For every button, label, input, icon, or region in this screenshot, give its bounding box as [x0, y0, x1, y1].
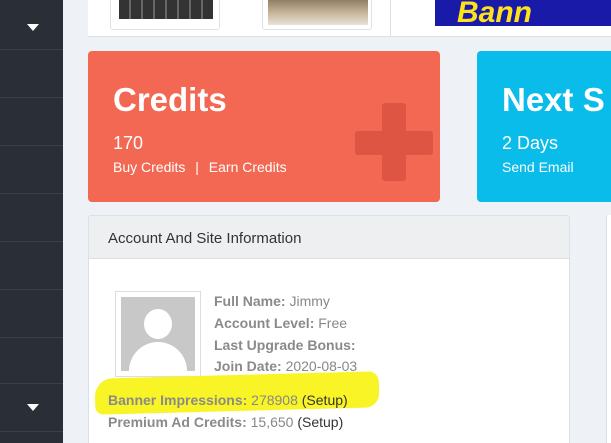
top-strip: Bann: [88, 0, 611, 37]
banner-setup-link[interactable]: (Setup): [302, 392, 348, 408]
avatar-head: [144, 309, 172, 339]
account-level-label: Account Level:: [214, 315, 315, 331]
sidebar-item[interactable]: [0, 290, 63, 338]
next-title: Next S: [502, 81, 605, 118]
full-name-row: Full Name: Jimmy: [214, 293, 330, 309]
buy-credits-link[interactable]: Buy Credits: [113, 159, 185, 175]
ad-setup-link[interactable]: (Setup): [297, 414, 343, 430]
next-links: Send Email: [502, 159, 574, 175]
credits-links: Buy Credits | Earn Credits: [113, 159, 287, 175]
panel-header: Account And Site Information: [89, 216, 569, 259]
panel-title: Account And Site Information: [108, 230, 302, 247]
sidebar: [0, 0, 63, 443]
banner-impressions-value: 278908: [251, 392, 298, 408]
premium-ad-credits-row: Premium Ad Credits: 15,650 (Setup): [108, 414, 343, 430]
full-name-value: Jimmy: [289, 293, 330, 309]
sidebar-item[interactable]: [0, 242, 63, 290]
account-info-panel: Account And Site Information Full Name: …: [88, 215, 570, 443]
link-divider: |: [195, 159, 199, 175]
right-panel-edge: [606, 215, 611, 443]
sidebar-item[interactable]: [0, 0, 63, 50]
sidebar-item[interactable]: [0, 338, 63, 384]
premium-ad-credits-value: 15,650: [250, 414, 294, 430]
next-value: 2 Days: [502, 133, 559, 153]
sidebar-item[interactable]: [0, 98, 63, 146]
sidebar-item[interactable]: [0, 194, 63, 242]
credits-card: Credits 170 Buy Credits | Earn Credits: [88, 51, 440, 202]
banner-ad[interactable]: Bann: [435, 0, 611, 26]
full-name-label: Full Name:: [214, 293, 286, 309]
credits-value: 170: [113, 133, 144, 153]
divider: [390, 0, 391, 37]
plus-icon: [355, 131, 433, 155]
thumbnail[interactable]: [110, 0, 220, 30]
banner-text: Bann: [457, 0, 532, 26]
thumbnail-image: [119, 0, 213, 19]
next-card: Next S 2 Days Send Email: [477, 51, 611, 202]
panel-body: Full Name: Jimmy Account Level: Free Las…: [89, 259, 569, 443]
sidebar-item[interactable]: [0, 50, 63, 98]
banner-impressions-row: Banner Impressions: 278908 (Setup): [108, 392, 348, 408]
chevron-down-icon[interactable]: [27, 24, 39, 31]
earn-credits-link[interactable]: Earn Credits: [209, 159, 287, 175]
user-avatar-icon[interactable]: [115, 291, 201, 377]
send-email-link[interactable]: Send Email: [502, 159, 574, 175]
avatar-body: [129, 342, 187, 371]
sidebar-item[interactable]: [0, 146, 63, 194]
upgrade-bonus-row: Last Upgrade Bonus:: [214, 337, 356, 353]
upgrade-bonus-label: Last Upgrade Bonus:: [214, 337, 356, 353]
account-level-row: Account Level: Free: [214, 315, 347, 331]
sidebar-item[interactable]: [0, 384, 63, 432]
avatar-image: [121, 297, 195, 371]
banner-impressions-label: Banner Impressions:: [108, 392, 248, 408]
credits-title: Credits: [113, 81, 227, 118]
join-date-label: Join Date:: [214, 358, 282, 374]
chevron-down-icon[interactable]: [27, 404, 39, 411]
thumbnail[interactable]: [262, 0, 372, 30]
premium-ad-credits-label: Premium Ad Credits:: [108, 414, 247, 430]
thumbnail-photo: [268, 0, 368, 25]
account-level-value: Free: [318, 315, 348, 331]
